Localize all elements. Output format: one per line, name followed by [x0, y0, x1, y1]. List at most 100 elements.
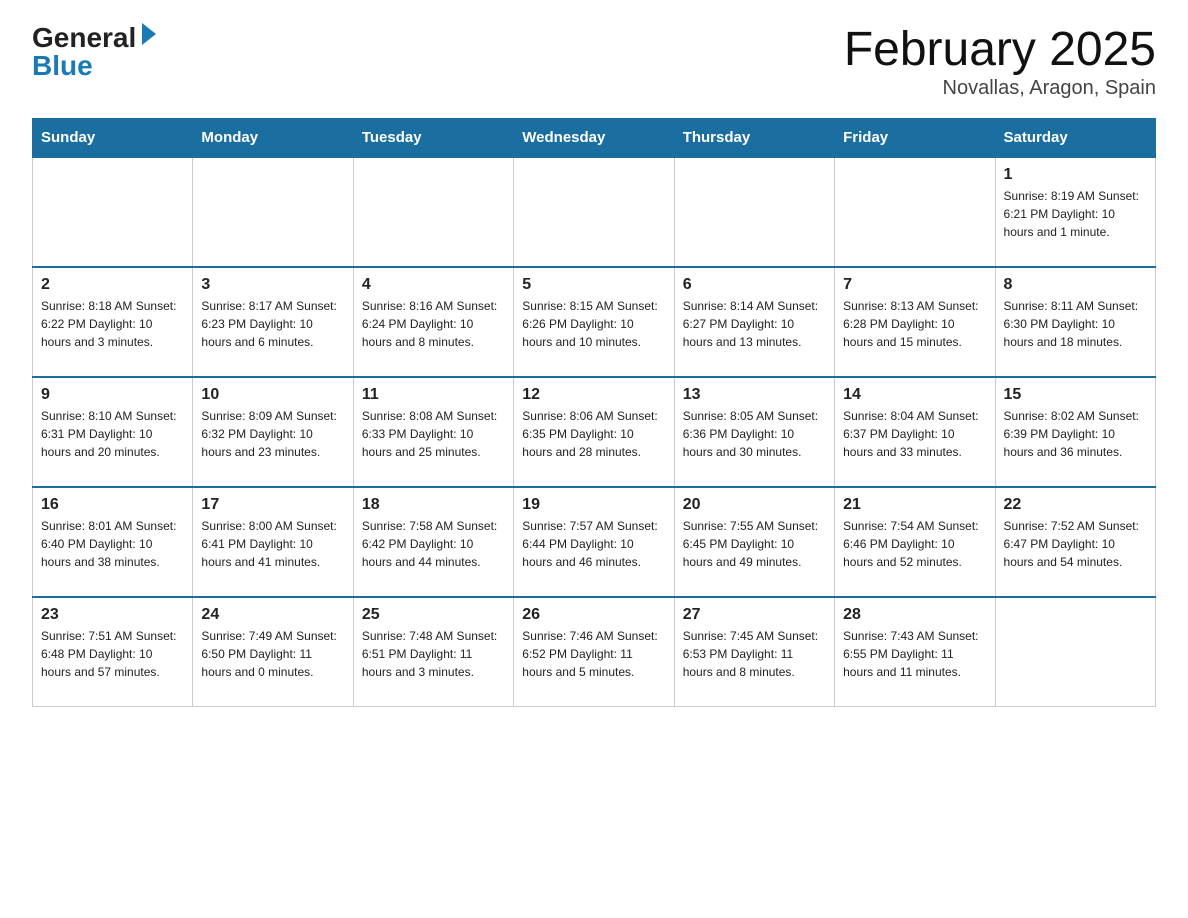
day-info: Sunrise: 8:06 AM Sunset: 6:35 PM Dayligh… [522, 407, 665, 461]
calendar-location: Novallas, Aragon, Spain [844, 77, 1156, 100]
table-row: 4 Sunrise: 8:16 AM Sunset: 6:24 PM Daylig… [353, 267, 513, 377]
table-row: 12 Sunrise: 8:06 AM Sunset: 6:35 PM Dayli… [514, 377, 674, 487]
day-number: 28 [843, 606, 986, 624]
table-row [995, 597, 1155, 707]
day-info: Sunrise: 8:17 AM Sunset: 6:23 PM Dayligh… [201, 297, 344, 351]
day-number: 3 [201, 276, 344, 294]
table-row [835, 157, 995, 267]
table-row: 28 Sunrise: 7:43 AM Sunset: 6:55 PM Dayli… [835, 597, 995, 707]
day-info: Sunrise: 8:16 AM Sunset: 6:24 PM Dayligh… [362, 297, 505, 351]
table-row [353, 157, 513, 267]
table-row: 18 Sunrise: 7:58 AM Sunset: 6:42 PM Dayli… [353, 487, 513, 597]
calendar-header-row: Sunday Monday Tuesday Wednesday Thursday… [33, 118, 1156, 157]
table-row: 24 Sunrise: 7:49 AM Sunset: 6:50 PM Dayli… [193, 597, 353, 707]
logo-arrow-icon [142, 23, 156, 45]
day-info: Sunrise: 8:13 AM Sunset: 6:28 PM Dayligh… [843, 297, 986, 351]
table-row: 21Sunrise: 7:54 AM Sunset: 6:46 PM Dayli… [835, 487, 995, 597]
calendar-week-row: 1 Sunrise: 8:19 AM Sunset: 6:21 PM Daylig… [33, 157, 1156, 267]
calendar-table: Sunday Monday Tuesday Wednesday Thursday… [32, 118, 1156, 708]
day-info: Sunrise: 7:49 AM Sunset: 6:50 PM Dayligh… [201, 627, 344, 681]
header-monday: Monday [193, 118, 353, 157]
day-info: Sunrise: 7:54 AM Sunset: 6:46 PM Dayligh… [843, 517, 986, 571]
calendar-week-row: 23Sunrise: 7:51 AM Sunset: 6:48 PM Dayli… [33, 597, 1156, 707]
calendar-week-row: 16Sunrise: 8:01 AM Sunset: 6:40 PM Dayli… [33, 487, 1156, 597]
day-info: Sunrise: 8:05 AM Sunset: 6:36 PM Dayligh… [683, 407, 826, 461]
day-number: 25 [362, 606, 505, 624]
day-number: 27 [683, 606, 826, 624]
day-info: Sunrise: 8:09 AM Sunset: 6:32 PM Dayligh… [201, 407, 344, 461]
table-row: 3 Sunrise: 8:17 AM Sunset: 6:23 PM Daylig… [193, 267, 353, 377]
day-info: Sunrise: 8:04 AM Sunset: 6:37 PM Dayligh… [843, 407, 986, 461]
day-info: Sunrise: 8:01 AM Sunset: 6:40 PM Dayligh… [41, 517, 184, 571]
day-number: 24 [201, 606, 344, 624]
table-row: 8 Sunrise: 8:11 AM Sunset: 6:30 PM Daylig… [995, 267, 1155, 377]
page-header: General Blue February 2025 Novallas, Ara… [32, 24, 1156, 100]
day-number: 12 [522, 386, 665, 404]
table-row [33, 157, 193, 267]
day-info: Sunrise: 7:45 AM Sunset: 6:53 PM Dayligh… [683, 627, 826, 681]
day-info: Sunrise: 8:19 AM Sunset: 6:21 PM Dayligh… [1004, 187, 1147, 241]
day-number: 18 [362, 496, 505, 514]
table-row: 19Sunrise: 7:57 AM Sunset: 6:44 PM Dayli… [514, 487, 674, 597]
table-row [674, 157, 834, 267]
day-number: 7 [843, 276, 986, 294]
calendar-title: February 2025 [844, 24, 1156, 77]
table-row: 6 Sunrise: 8:14 AM Sunset: 6:27 PM Daylig… [674, 267, 834, 377]
table-row: 1 Sunrise: 8:19 AM Sunset: 6:21 PM Daylig… [995, 157, 1155, 267]
day-number: 6 [683, 276, 826, 294]
header-saturday: Saturday [995, 118, 1155, 157]
header-wednesday: Wednesday [514, 118, 674, 157]
day-number: 26 [522, 606, 665, 624]
day-info: Sunrise: 8:10 AM Sunset: 6:31 PM Dayligh… [41, 407, 184, 461]
day-info: Sunrise: 7:55 AM Sunset: 6:45 PM Dayligh… [683, 517, 826, 571]
header-friday: Friday [835, 118, 995, 157]
table-row: 25 Sunrise: 7:48 AM Sunset: 6:51 PM Dayli… [353, 597, 513, 707]
logo: General Blue [32, 24, 160, 80]
day-number: 13 [683, 386, 826, 404]
day-info: Sunrise: 7:48 AM Sunset: 6:51 PM Dayligh… [362, 627, 505, 681]
table-row: 23Sunrise: 7:51 AM Sunset: 6:48 PM Dayli… [33, 597, 193, 707]
day-info: Sunrise: 8:02 AM Sunset: 6:39 PM Dayligh… [1004, 407, 1147, 461]
table-row: 22 Sunrise: 7:52 AM Sunset: 6:47 PM Dayli… [995, 487, 1155, 597]
day-number: 5 [522, 276, 665, 294]
calendar-week-row: 9 Sunrise: 8:10 AM Sunset: 6:31 PM Daylig… [33, 377, 1156, 487]
title-block: February 2025 Novallas, Aragon, Spain [844, 24, 1156, 100]
day-number: 15 [1004, 386, 1147, 404]
table-row: 11 Sunrise: 8:08 AM Sunset: 6:33 PM Dayli… [353, 377, 513, 487]
table-row: 7 Sunrise: 8:13 AM Sunset: 6:28 PM Daylig… [835, 267, 995, 377]
day-number: 4 [362, 276, 505, 294]
day-number: 17 [201, 496, 344, 514]
table-row [193, 157, 353, 267]
day-number: 10 [201, 386, 344, 404]
day-number: 9 [41, 386, 184, 404]
day-info: Sunrise: 8:14 AM Sunset: 6:27 PM Dayligh… [683, 297, 826, 351]
day-info: Sunrise: 8:11 AM Sunset: 6:30 PM Dayligh… [1004, 297, 1147, 351]
table-row: 5 Sunrise: 8:15 AM Sunset: 6:26 PM Daylig… [514, 267, 674, 377]
day-info: Sunrise: 7:58 AM Sunset: 6:42 PM Dayligh… [362, 517, 505, 571]
logo-blue: Blue [32, 52, 93, 80]
table-row: 15 Sunrise: 8:02 AM Sunset: 6:39 PM Dayli… [995, 377, 1155, 487]
day-info: Sunrise: 7:46 AM Sunset: 6:52 PM Dayligh… [522, 627, 665, 681]
day-info: Sunrise: 7:57 AM Sunset: 6:44 PM Dayligh… [522, 517, 665, 571]
day-number: 14 [843, 386, 986, 404]
table-row [514, 157, 674, 267]
table-row: 17 Sunrise: 8:00 AM Sunset: 6:41 PM Dayli… [193, 487, 353, 597]
day-number: 22 [1004, 496, 1147, 514]
table-row: 16Sunrise: 8:01 AM Sunset: 6:40 PM Dayli… [33, 487, 193, 597]
day-info: Sunrise: 7:52 AM Sunset: 6:47 PM Dayligh… [1004, 517, 1147, 571]
day-number: 8 [1004, 276, 1147, 294]
day-number: 1 [1004, 166, 1147, 184]
day-info: Sunrise: 8:00 AM Sunset: 6:41 PM Dayligh… [201, 517, 344, 571]
table-row: 14 Sunrise: 8:04 AM Sunset: 6:37 PM Dayli… [835, 377, 995, 487]
day-info: Sunrise: 8:18 AM Sunset: 6:22 PM Dayligh… [41, 297, 184, 351]
day-info: Sunrise: 8:15 AM Sunset: 6:26 PM Dayligh… [522, 297, 665, 351]
day-number: 2 [41, 276, 184, 294]
day-number: 11 [362, 386, 505, 404]
day-info: Sunrise: 8:08 AM Sunset: 6:33 PM Dayligh… [362, 407, 505, 461]
table-row: 20Sunrise: 7:55 AM Sunset: 6:45 PM Dayli… [674, 487, 834, 597]
table-row: 10 Sunrise: 8:09 AM Sunset: 6:32 PM Dayli… [193, 377, 353, 487]
calendar-week-row: 2 Sunrise: 8:18 AM Sunset: 6:22 PM Daylig… [33, 267, 1156, 377]
header-thursday: Thursday [674, 118, 834, 157]
day-info: Sunrise: 7:43 AM Sunset: 6:55 PM Dayligh… [843, 627, 986, 681]
header-sunday: Sunday [33, 118, 193, 157]
